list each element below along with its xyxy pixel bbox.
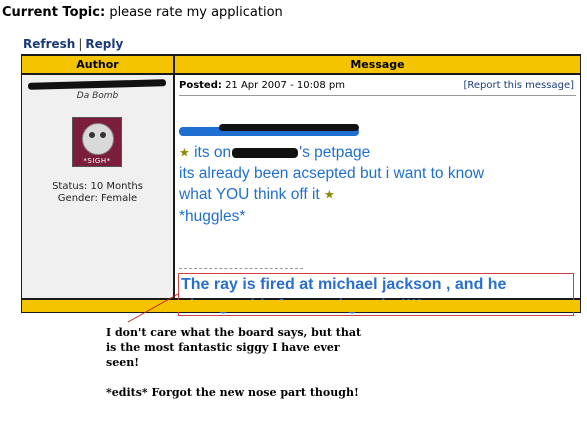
author-gender: Gender: Female <box>57 193 138 204</box>
annotation-line-3: seen! <box>106 356 140 369</box>
star-icon: ★ <box>179 145 190 160</box>
post-meta: Posted: 21 Apr 2007 - 10:08 pm <box>179 80 345 91</box>
annotation-line-1: I don't care what the board says, but th… <box>106 326 362 339</box>
annotation-note: I don't care what the board says, but th… <box>106 325 406 400</box>
thread-actions: Refresh | Reply <box>23 37 123 51</box>
author-rank: Da Bomb <box>76 91 119 101</box>
topic-label: Current Topic: <box>2 5 106 20</box>
post-line-2-start: its on <box>194 144 232 161</box>
post-line-3: its already been acsepted but i want to … <box>179 165 485 183</box>
post-line-2-end: 's petpage <box>299 144 371 161</box>
message-table: Author Message Da Bomb *SIGH* Status: 10… <box>21 54 581 316</box>
post-line-4-text: what YOU think off it <box>179 186 320 204</box>
annotation-line-4: *edits* Forgot the new nose part though! <box>106 386 359 399</box>
post-line-4: what YOU think off it ★ <box>179 184 577 205</box>
avatar-eye-left <box>89 132 95 138</box>
post-line-1 <box>179 121 577 142</box>
post-line-5: *huggles* <box>179 207 246 225</box>
action-separator: | <box>78 37 83 51</box>
redacted-username <box>27 79 167 90</box>
author-column-header: Author <box>22 56 173 73</box>
topic-title: please rate my application <box>109 5 283 20</box>
annotation-line-2: is the most fantastic siggy I have ever <box>106 341 340 354</box>
post-body: ★ its on 's petpage its already been acse… <box>179 121 577 227</box>
report-message-link[interactable]: [Report this message] <box>464 80 575 91</box>
message-column-header: Message <box>175 56 580 73</box>
meta-divider <box>179 95 576 96</box>
star-icon: ★ <box>324 187 335 202</box>
table-footer-bar <box>22 300 580 312</box>
avatar-image: *SIGH* <box>72 117 122 167</box>
avatar-caption: *SIGH* <box>83 157 111 165</box>
posted-label: Posted: <box>179 80 222 91</box>
refresh-link[interactable]: Refresh <box>23 37 75 51</box>
post-line-2: ★ its on 's petpage <box>179 142 577 163</box>
avatar-face <box>82 123 114 155</box>
posted-date: 21 Apr 2007 - 10:08 pm <box>225 80 345 91</box>
annotation-gap <box>106 370 406 385</box>
current-topic: Current Topic: please rate my applicatio… <box>2 5 283 20</box>
redacted-name <box>232 147 299 158</box>
avatar-eye-right <box>100 132 106 138</box>
signature-divider <box>179 268 303 269</box>
redacted-text <box>179 124 359 137</box>
author-cell: Da Bomb *SIGH* Status: 10 Months Gender:… <box>22 75 173 298</box>
author-status: Status: 10 Months <box>52 181 143 192</box>
author-stats: Status: 10 Months Gender: Female <box>22 181 173 205</box>
message-cell: Posted: 21 Apr 2007 - 10:08 pm [Report t… <box>175 75 580 316</box>
reply-link[interactable]: Reply <box>85 37 123 51</box>
